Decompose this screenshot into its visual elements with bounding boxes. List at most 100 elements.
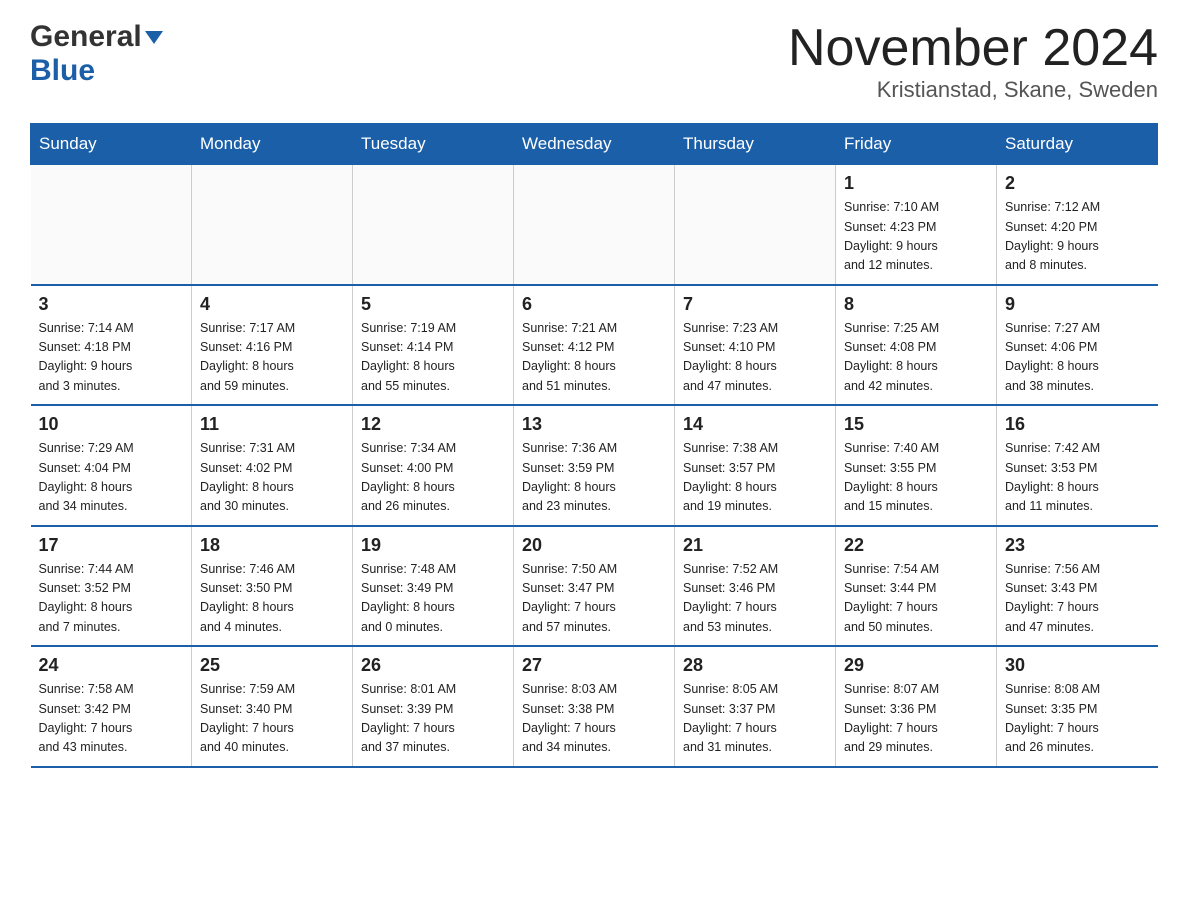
day-number: 20 (522, 535, 666, 556)
day-number: 7 (683, 294, 827, 315)
day-number: 10 (39, 414, 184, 435)
day-number: 3 (39, 294, 184, 315)
calendar-cell: 20 Sunrise: 7:50 AMSunset: 3:47 PMDayligh… (514, 526, 675, 647)
day-info: Sunrise: 7:19 AMSunset: 4:14 PMDaylight:… (361, 319, 505, 397)
day-number: 1 (844, 173, 988, 194)
calendar-cell: 19Sunrise: 7:48 AMSunset: 3:49 PMDayligh… (353, 526, 514, 647)
day-number: 25 (200, 655, 344, 676)
calendar-cell: 1 Sunrise: 7:10 AMSunset: 4:23 PMDaylight… (836, 165, 997, 285)
day-info: Sunrise: 7:54 AMSunset: 3:44 PMDaylight:… (844, 560, 988, 638)
calendar-cell (514, 165, 675, 285)
calendar-cell: 6Sunrise: 7:21 AMSunset: 4:12 PMDaylight… (514, 285, 675, 406)
calendar-cell: 22 Sunrise: 7:54 AMSunset: 3:44 PMDayligh… (836, 526, 997, 647)
day-info: Sunrise: 8:01 AMSunset: 3:39 PMDaylight:… (361, 680, 505, 758)
calendar-cell: 30 Sunrise: 8:08 AMSunset: 3:35 PMDayligh… (997, 646, 1158, 767)
calendar-cell: 25 Sunrise: 7:59 AMSunset: 3:40 PMDayligh… (192, 646, 353, 767)
calendar-cell: 18 Sunrise: 7:46 AMSunset: 3:50 PMDayligh… (192, 526, 353, 647)
day-number: 14 (683, 414, 827, 435)
day-info: Sunrise: 8:05 AMSunset: 3:37 PMDaylight:… (683, 680, 827, 758)
day-info: Sunrise: 7:17 AMSunset: 4:16 PMDaylight:… (200, 319, 344, 397)
calendar-cell: 5 Sunrise: 7:19 AMSunset: 4:14 PMDaylight… (353, 285, 514, 406)
day-number: 21 (683, 535, 827, 556)
day-number: 8 (844, 294, 988, 315)
day-info: Sunrise: 7:58 AMSunset: 3:42 PMDaylight:… (39, 680, 184, 758)
day-number: 4 (200, 294, 344, 315)
location-title: Kristianstad, Skane, Sweden (788, 77, 1158, 103)
calendar-cell: 15 Sunrise: 7:40 AMSunset: 3:55 PMDayligh… (836, 405, 997, 526)
day-info: Sunrise: 7:27 AMSunset: 4:06 PMDaylight:… (1005, 319, 1150, 397)
calendar-cell: 23 Sunrise: 7:56 AMSunset: 3:43 PMDayligh… (997, 526, 1158, 647)
day-info: Sunrise: 7:42 AMSunset: 3:53 PMDaylight:… (1005, 439, 1150, 517)
day-info: Sunrise: 8:03 AMSunset: 3:38 PMDaylight:… (522, 680, 666, 758)
logo: General Blue (30, 20, 163, 88)
day-number: 27 (522, 655, 666, 676)
day-number: 5 (361, 294, 505, 315)
day-info: Sunrise: 7:56 AMSunset: 3:43 PMDaylight:… (1005, 560, 1150, 638)
calendar-cell: 9 Sunrise: 7:27 AMSunset: 4:06 PMDaylight… (997, 285, 1158, 406)
day-number: 15 (844, 414, 988, 435)
day-info: Sunrise: 7:59 AMSunset: 3:40 PMDaylight:… (200, 680, 344, 758)
calendar-cell: 7 Sunrise: 7:23 AMSunset: 4:10 PMDaylight… (675, 285, 836, 406)
day-info: Sunrise: 7:46 AMSunset: 3:50 PMDaylight:… (200, 560, 344, 638)
week-row-4: 17Sunrise: 7:44 AMSunset: 3:52 PMDayligh… (31, 526, 1158, 647)
logo-general-text: General (30, 20, 142, 54)
day-number: 2 (1005, 173, 1150, 194)
calendar-cell: 10Sunrise: 7:29 AMSunset: 4:04 PMDayligh… (31, 405, 192, 526)
day-info: Sunrise: 8:08 AMSunset: 3:35 PMDaylight:… (1005, 680, 1150, 758)
day-number: 24 (39, 655, 184, 676)
calendar-cell: 12 Sunrise: 7:34 AMSunset: 4:00 PMDayligh… (353, 405, 514, 526)
day-info: Sunrise: 7:34 AMSunset: 4:00 PMDaylight:… (361, 439, 505, 517)
calendar-cell: 27 Sunrise: 8:03 AMSunset: 3:38 PMDayligh… (514, 646, 675, 767)
logo-blue-text: Blue (30, 54, 95, 87)
day-number: 29 (844, 655, 988, 676)
day-number: 13 (522, 414, 666, 435)
day-info: Sunrise: 7:25 AMSunset: 4:08 PMDaylight:… (844, 319, 988, 397)
calendar-table: SundayMondayTuesdayWednesdayThursdayFrid… (30, 123, 1158, 768)
week-row-1: 1 Sunrise: 7:10 AMSunset: 4:23 PMDaylight… (31, 165, 1158, 285)
calendar-cell: 21Sunrise: 7:52 AMSunset: 3:46 PMDayligh… (675, 526, 836, 647)
calendar-cell: 28 Sunrise: 8:05 AMSunset: 3:37 PMDayligh… (675, 646, 836, 767)
day-info: Sunrise: 7:38 AMSunset: 3:57 PMDaylight:… (683, 439, 827, 517)
calendar-cell: 29Sunrise: 8:07 AMSunset: 3:36 PMDayligh… (836, 646, 997, 767)
day-number: 12 (361, 414, 505, 435)
calendar-cell: 16 Sunrise: 7:42 AMSunset: 3:53 PMDayligh… (997, 405, 1158, 526)
weekday-header-sunday: Sunday (31, 124, 192, 165)
day-number: 18 (200, 535, 344, 556)
day-info: Sunrise: 7:12 AMSunset: 4:20 PMDaylight:… (1005, 198, 1150, 276)
day-info: Sunrise: 7:23 AMSunset: 4:10 PMDaylight:… (683, 319, 827, 397)
day-info: Sunrise: 7:10 AMSunset: 4:23 PMDaylight:… (844, 198, 988, 276)
weekday-header-saturday: Saturday (997, 124, 1158, 165)
weekday-header-thursday: Thursday (675, 124, 836, 165)
day-number: 16 (1005, 414, 1150, 435)
day-info: Sunrise: 7:44 AMSunset: 3:52 PMDaylight:… (39, 560, 184, 638)
day-info: Sunrise: 7:21 AMSunset: 4:12 PMDaylight:… (522, 319, 666, 397)
calendar-cell: 24 Sunrise: 7:58 AMSunset: 3:42 PMDayligh… (31, 646, 192, 767)
calendar-cell (353, 165, 514, 285)
day-number: 22 (844, 535, 988, 556)
day-number: 23 (1005, 535, 1150, 556)
calendar-cell (31, 165, 192, 285)
calendar-cell: 17Sunrise: 7:44 AMSunset: 3:52 PMDayligh… (31, 526, 192, 647)
day-info: Sunrise: 7:50 AMSunset: 3:47 PMDaylight:… (522, 560, 666, 638)
day-number: 11 (200, 414, 344, 435)
day-info: Sunrise: 7:14 AMSunset: 4:18 PMDaylight:… (39, 319, 184, 397)
day-number: 28 (683, 655, 827, 676)
week-row-3: 10Sunrise: 7:29 AMSunset: 4:04 PMDayligh… (31, 405, 1158, 526)
calendar-cell: 13 Sunrise: 7:36 AMSunset: 3:59 PMDayligh… (514, 405, 675, 526)
logo-arrow-icon (145, 31, 163, 44)
calendar-cell: 4 Sunrise: 7:17 AMSunset: 4:16 PMDaylight… (192, 285, 353, 406)
calendar-cell: 26 Sunrise: 8:01 AMSunset: 3:39 PMDayligh… (353, 646, 514, 767)
day-number: 9 (1005, 294, 1150, 315)
calendar-cell: 3 Sunrise: 7:14 AMSunset: 4:18 PMDaylight… (31, 285, 192, 406)
day-number: 26 (361, 655, 505, 676)
day-info: Sunrise: 7:40 AMSunset: 3:55 PMDaylight:… (844, 439, 988, 517)
day-info: Sunrise: 7:36 AMSunset: 3:59 PMDaylight:… (522, 439, 666, 517)
calendar-cell (192, 165, 353, 285)
calendar-cell: 11 Sunrise: 7:31 AMSunset: 4:02 PMDayligh… (192, 405, 353, 526)
month-title: November 2024 (788, 20, 1158, 77)
day-number: 30 (1005, 655, 1150, 676)
day-info: Sunrise: 7:48 AMSunset: 3:49 PMDaylight:… (361, 560, 505, 638)
weekday-header-friday: Friday (836, 124, 997, 165)
week-row-5: 24 Sunrise: 7:58 AMSunset: 3:42 PMDayligh… (31, 646, 1158, 767)
day-info: Sunrise: 7:31 AMSunset: 4:02 PMDaylight:… (200, 439, 344, 517)
